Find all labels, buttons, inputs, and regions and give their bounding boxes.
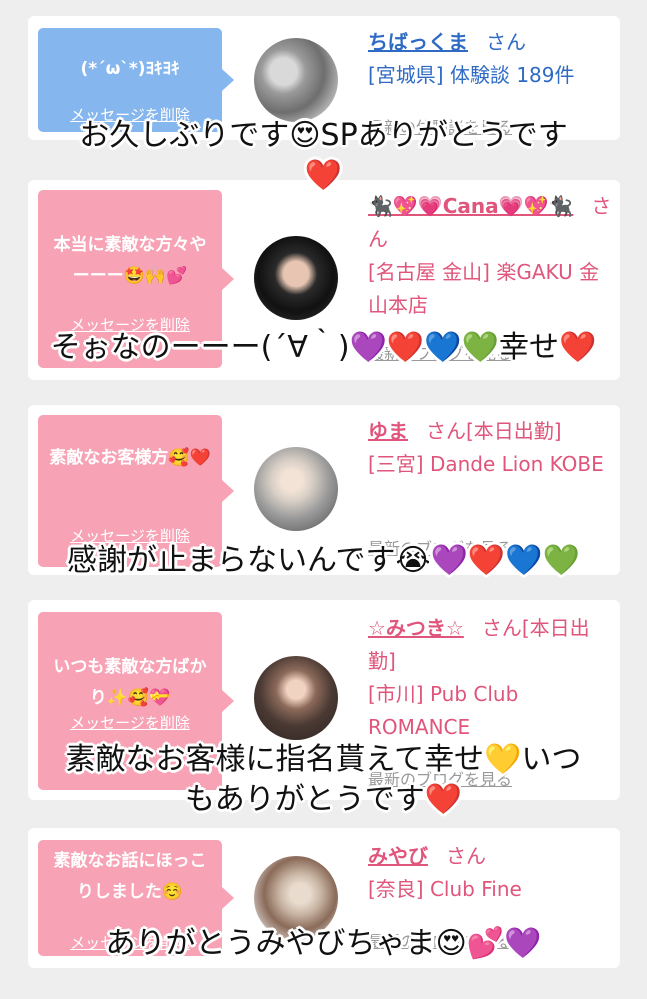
message-text: 素敵なお客様方🥰❤️ bbox=[49, 448, 211, 468]
user-detail: [市川] Pub Club ROMANCE bbox=[368, 682, 519, 739]
message-text: いつも素敵な方ばかり✨🥰💝 bbox=[53, 657, 207, 708]
avatar[interactable] bbox=[254, 236, 338, 320]
user-name-link[interactable]: ☆みつき☆ bbox=[368, 616, 464, 640]
overlay-caption: 素敵なお客様に指名貰えて幸せ💛いつ もありがとうです❤️ bbox=[65, 742, 582, 817]
message-text: 素敵なお話にほっこりしました☺️ bbox=[53, 851, 207, 902]
user-detail: [名古屋 金山] 楽GAKU 金山本店 bbox=[368, 260, 600, 317]
user-name-link[interactable]: ゆま bbox=[368, 419, 408, 443]
overlay-caption: ありがとうみやびちゃま😍💕💜 bbox=[105, 926, 542, 961]
avatar[interactable] bbox=[254, 38, 338, 122]
user-name-link[interactable]: 🐈‍⬛💖💗Cana💗💖🐈‍⬛ bbox=[368, 194, 573, 218]
user-detail: [奈良] Club Fine bbox=[368, 877, 522, 901]
user-detail: [三宮] Dande Lion KOBE bbox=[368, 452, 604, 476]
overlay-caption: そぉなのーーー(´∀｀)💜❤️💙💚幸せ❤️ bbox=[50, 330, 597, 365]
honorific: さん bbox=[486, 30, 526, 54]
avatar[interactable] bbox=[254, 656, 338, 740]
user-name-link[interactable]: ちばっくま bbox=[368, 30, 468, 54]
overlay-caption: お久しぶりです😍SPありがとうです ❤️ bbox=[79, 118, 568, 193]
honorific: さん[本日出勤] bbox=[426, 419, 562, 443]
honorific: さん bbox=[446, 844, 486, 868]
message-text: 本当に素敵な方々やーーー🤩🙌💕 bbox=[53, 235, 207, 286]
delete-message-link[interactable]: メッセージを削除 bbox=[38, 712, 222, 733]
overlay-caption: 感謝が止まらないんです😭💜❤️💙💚 bbox=[67, 543, 580, 578]
user-detail: [宮城県] 体験談 189件 bbox=[368, 63, 575, 87]
message-text: (*´ω`*)ﾖｷﾖｷ bbox=[80, 59, 180, 79]
user-name-link[interactable]: みやび bbox=[368, 844, 428, 868]
avatar[interactable] bbox=[254, 447, 338, 531]
